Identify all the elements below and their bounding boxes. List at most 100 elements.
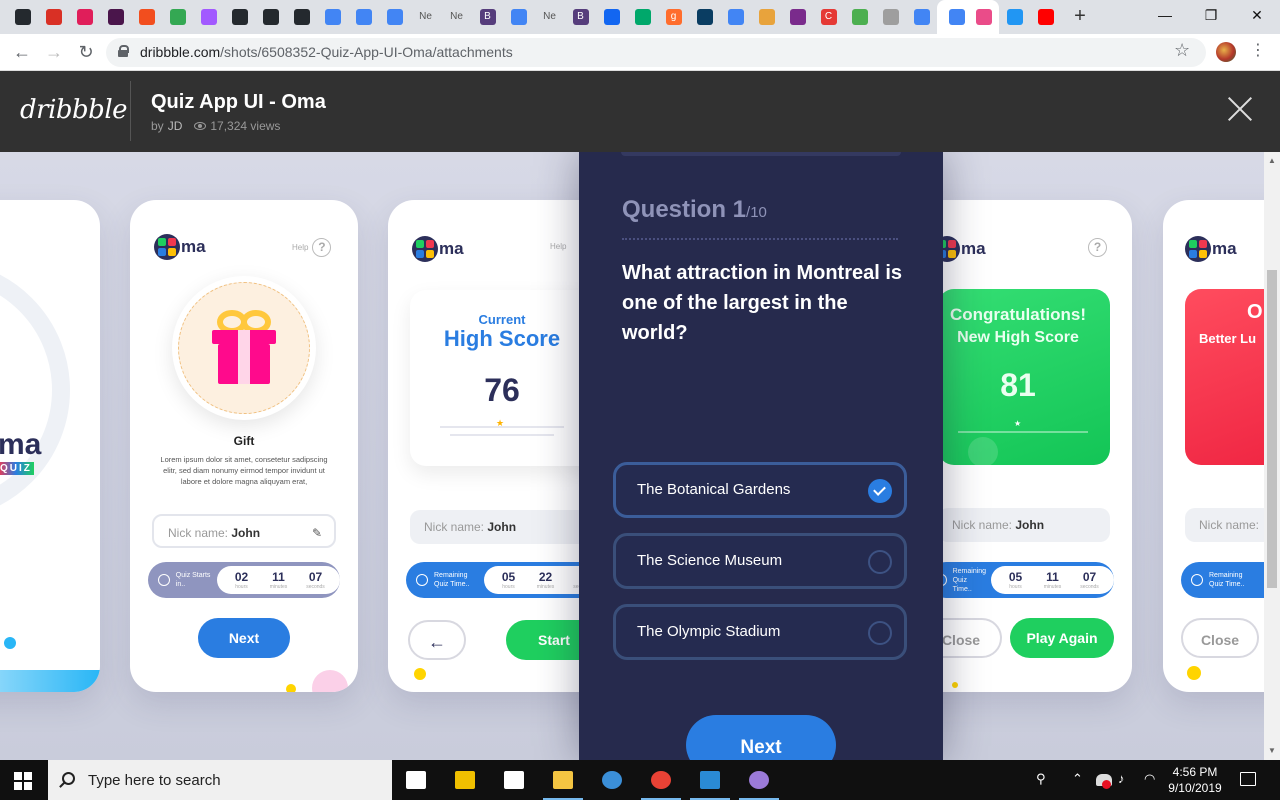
browser-tab[interactable] xyxy=(193,0,224,34)
browser-tab[interactable] xyxy=(317,0,348,34)
browser-toolbar: ← → ↻ dribbble.com/shots/6508352-Quiz-Ap… xyxy=(0,34,1280,71)
browser-tab[interactable] xyxy=(689,0,720,34)
radio-icon xyxy=(868,550,892,574)
answer-option-3[interactable]: The Olympic Stadium xyxy=(613,604,907,660)
browser-tab[interactable] xyxy=(751,0,782,34)
star-icon: ★ xyxy=(496,418,505,428)
store-icon[interactable] xyxy=(441,760,489,800)
window-close-icon[interactable]: ✕ xyxy=(1234,0,1280,30)
window-maximize-icon[interactable]: ❐ xyxy=(1188,0,1234,30)
browser-tab[interactable]: C xyxy=(813,0,844,34)
flower-icon xyxy=(789,9,806,25)
menu-kebab-icon[interactable]: ⋮ xyxy=(1250,40,1266,60)
mail-icon[interactable] xyxy=(490,760,538,800)
edge-icon[interactable] xyxy=(588,760,636,800)
browser-tab[interactable] xyxy=(627,0,658,34)
taskbar-search[interactable]: Type here to search xyxy=(48,760,392,800)
chrome-icon[interactable] xyxy=(637,760,685,800)
play-again-button[interactable]: Play Again xyxy=(1010,618,1114,658)
browser-tab[interactable] xyxy=(255,0,286,34)
windows-start-icon[interactable] xyxy=(14,772,32,790)
author-link[interactable]: JD xyxy=(168,119,183,133)
chevron-up-icon[interactable]: ⌃ xyxy=(1072,771,1083,787)
scroll-up-icon[interactable]: ▲ xyxy=(1268,156,1276,165)
page-scrollbar[interactable]: ▲ ▼ xyxy=(1264,152,1280,760)
browser-tab[interactable]: Ne xyxy=(410,0,441,34)
file-explorer-icon[interactable] xyxy=(539,760,587,800)
scroll-down-icon[interactable]: ▼ xyxy=(1268,746,1276,755)
back-arrow-button[interactable]: ← xyxy=(408,620,466,660)
task-view-icon[interactable] xyxy=(392,760,440,800)
browser-tab[interactable] xyxy=(348,0,379,34)
reload-icon[interactable]: ↻ xyxy=(72,40,100,64)
question-next-button[interactable]: Next xyxy=(686,715,836,760)
close-button[interactable]: Close xyxy=(1181,618,1259,658)
people-icon[interactable]: ⚲ xyxy=(1036,771,1046,787)
browser-tab[interactable]: B xyxy=(565,0,596,34)
help-link[interactable]: Help? xyxy=(292,238,332,257)
google-icon xyxy=(324,9,341,25)
vscode-icon[interactable] xyxy=(686,760,734,800)
timer-label: Quiz Starts in.. xyxy=(175,572,211,588)
browser-tab[interactable] xyxy=(162,0,193,34)
nickname-field[interactable]: Nick name: xyxy=(1185,508,1264,542)
browser-tab[interactable] xyxy=(100,0,131,34)
profile-avatar[interactable] xyxy=(1216,42,1236,62)
gift-badge xyxy=(172,276,316,420)
browser-tab[interactable] xyxy=(720,0,751,34)
address-bar[interactable]: dribbble.com/shots/6508352-Quiz-App-UI-O… xyxy=(106,38,1206,67)
browser-tab[interactable] xyxy=(224,0,255,34)
browser-tab[interactable]: Ne xyxy=(534,0,565,34)
score-rule xyxy=(450,434,554,436)
browser-tab[interactable] xyxy=(38,0,69,34)
gift-next-button[interactable]: Next xyxy=(198,618,290,658)
forward-arrow-icon[interactable]: → xyxy=(40,40,68,64)
answer-option-1[interactable]: The Botanical Gardens xyxy=(613,462,907,518)
url-text[interactable]: dribbble.com/shots/6508352-Quiz-App-UI-O… xyxy=(140,44,513,60)
nickname-field[interactable]: Nick name: John xyxy=(938,508,1110,542)
app-icon[interactable] xyxy=(735,760,783,800)
browser-tab[interactable] xyxy=(1030,0,1061,34)
nickname-field[interactable]: Nick name: John ✎ xyxy=(152,514,336,548)
bookmark-star-icon[interactable]: ☆ xyxy=(1174,40,1190,61)
hours-unit: hours xyxy=(1009,583,1022,590)
browser-tab[interactable]: g xyxy=(658,0,689,34)
browser-tab[interactable] xyxy=(596,0,627,34)
pencil-icon[interactable]: ✎ xyxy=(312,516,322,550)
browser-tab[interactable] xyxy=(844,0,875,34)
browser-tab[interactable] xyxy=(503,0,534,34)
browser-tab[interactable] xyxy=(782,0,813,34)
browser-tab[interactable]: Ne xyxy=(441,0,472,34)
tab-favicon-letter: C xyxy=(820,9,837,25)
browser-tab[interactable] xyxy=(131,0,162,34)
help-link[interactable]: Help xyxy=(550,242,566,251)
browser-tab[interactable] xyxy=(968,0,999,34)
browser-tab[interactable] xyxy=(906,0,937,34)
system-clock[interactable]: 4:56 PM 9/10/2019 xyxy=(1162,764,1228,796)
dribbble-logo[interactable]: dribbble xyxy=(20,95,128,125)
browser-tab[interactable] xyxy=(379,0,410,34)
volume-icon[interactable]: ♪ xyxy=(1118,771,1125,786)
browser-tab[interactable] xyxy=(286,0,317,34)
scroll-thumb[interactable] xyxy=(1267,270,1277,588)
hours-value: 02 xyxy=(234,569,249,584)
close-icon[interactable] xyxy=(1224,93,1256,125)
new-tab-plus-icon[interactable]: + xyxy=(1069,4,1091,28)
browser-tab[interactable] xyxy=(69,0,100,34)
browser-tab[interactable] xyxy=(999,0,1030,34)
minutes-value: 11 xyxy=(1046,569,1059,584)
back-arrow-icon[interactable]: ← xyxy=(8,40,36,64)
help-link[interactable]: ? xyxy=(1088,238,1107,257)
window-minimize-icon[interactable]: — xyxy=(1142,0,1188,30)
view-count: 17,324 views xyxy=(210,119,281,133)
browser-tab[interactable] xyxy=(875,0,906,34)
browser-tab[interactable]: B xyxy=(472,0,503,34)
quiz-timer: Quiz Starts in.. 02 hours 11 minutes 07 sec… xyxy=(148,562,340,598)
notification-icon[interactable] xyxy=(1240,772,1256,786)
question-current: Question 1 xyxy=(622,196,747,223)
congrats-title: Congratulations! xyxy=(950,305,1086,324)
browser-tab[interactable] xyxy=(7,0,38,34)
answer-option-2[interactable]: The Science Museum xyxy=(613,533,907,589)
seconds-unit: seconds xyxy=(1080,583,1099,590)
wifi-icon[interactable]: ◠ xyxy=(1144,771,1155,787)
